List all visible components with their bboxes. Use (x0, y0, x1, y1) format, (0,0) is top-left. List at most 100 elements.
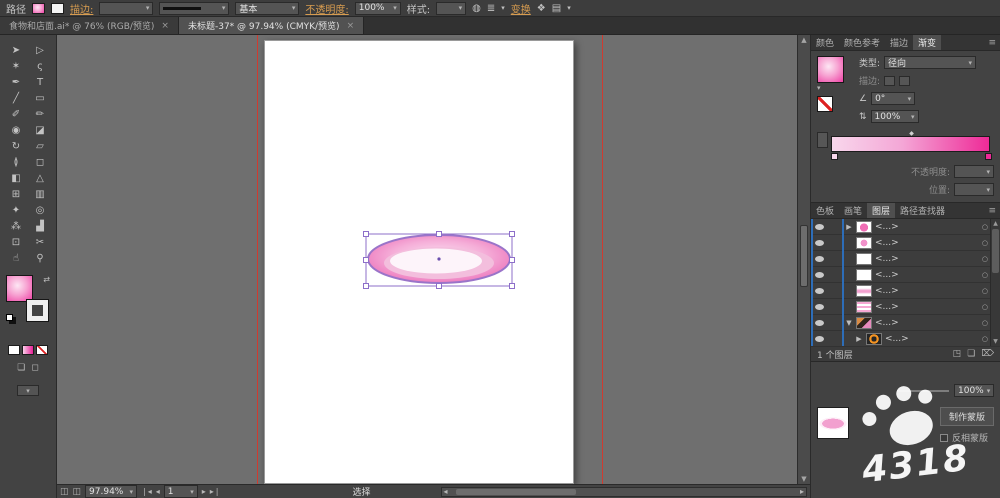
tab-layers[interactable]: 图层 (867, 203, 896, 218)
tool-hand[interactable]: ☝ (4, 250, 28, 266)
tool-rotate[interactable]: ↻ (4, 138, 28, 154)
target-icon[interactable]: ○ (982, 223, 988, 231)
layer-row[interactable]: ▶ <...> ○ (811, 219, 1000, 235)
gradient-stroke-swatch[interactable] (817, 96, 833, 112)
tool-symbol-sprayer[interactable]: ⁂ (4, 218, 28, 234)
chevron-down-icon[interactable]: ▾ (817, 84, 821, 92)
horizontal-scroll-thumb[interactable] (455, 488, 576, 495)
gradient-type-select[interactable]: 径向 ▾ (884, 56, 977, 69)
gradient-aspect-select[interactable]: 100% ▾ (870, 110, 919, 123)
tool-direct-selection[interactable]: ▷ (28, 42, 52, 58)
gradient-angle-select[interactable]: 0° ▾ (871, 92, 916, 105)
tool-column-graph[interactable]: ▟ (28, 218, 52, 234)
tab-pathfinder[interactable]: 路径查找器 (895, 203, 950, 218)
target-icon[interactable]: ○ (982, 319, 988, 327)
tool-artboard[interactable]: ⊡ (4, 234, 28, 250)
previous-artboard-button[interactable]: ◂ (156, 487, 160, 496)
scroll-down-icon[interactable]: ▼ (798, 475, 810, 483)
tool-eraser[interactable]: ◪ (28, 122, 52, 138)
status-square-icon[interactable]: ◫ (60, 487, 69, 497)
visibility-eye-icon[interactable] (815, 239, 824, 246)
color-button[interactable] (8, 345, 20, 355)
visibility-eye-icon[interactable] (815, 223, 824, 230)
gradient-stop-end[interactable] (985, 153, 992, 160)
visibility-eye-icon[interactable] (815, 255, 824, 262)
layers-scroll-thumb[interactable] (992, 229, 999, 273)
tool-magic-wand[interactable]: ✶ (4, 58, 28, 74)
transform-link[interactable]: 变换 (511, 1, 531, 16)
collect-layer-icon[interactable]: ◳ (953, 349, 962, 359)
delete-layer-icon[interactable]: ⌦ (981, 349, 994, 359)
gradient-position-select[interactable]: ▾ (954, 183, 994, 196)
visibility-eye-icon[interactable] (815, 287, 824, 294)
document-tab-inactive[interactable]: 食物和店面.ai* @ 76% (RGB/预览) × (0, 17, 179, 34)
layer-row[interactable]: <...> ○ (811, 283, 1000, 299)
tab-color-guide[interactable]: 颜色参考 (839, 35, 885, 50)
isolate-object-icon[interactable]: ❖ (537, 3, 546, 14)
tool-zoom[interactable]: ⚲ (28, 250, 52, 266)
tool-lasso[interactable]: ς (28, 58, 52, 74)
tool-shape-builder[interactable]: ◧ (4, 170, 28, 186)
width-profile-select[interactable]: ▾ (159, 1, 230, 15)
stroke-color-swatch[interactable] (51, 2, 64, 14)
stroke-link[interactable]: 描边: (70, 1, 93, 16)
close-icon[interactable]: × (161, 21, 169, 31)
visibility-eye-icon[interactable] (815, 303, 824, 310)
target-icon[interactable]: ○ (982, 255, 988, 263)
layers-scrollbar[interactable]: ▲ ▼ (990, 219, 1000, 346)
tool-scale[interactable]: ▱ (28, 138, 52, 154)
scroll-left-icon[interactable]: ◂ (444, 487, 448, 496)
none-button[interactable] (36, 345, 48, 355)
gradient-stop-start[interactable] (831, 153, 838, 160)
visibility-eye-icon[interactable] (815, 335, 824, 342)
scroll-up-icon[interactable]: ▲ (991, 220, 1000, 227)
gradient-fill-stroke-toggle[interactable] (817, 132, 828, 148)
panel-menu-icon[interactable]: ≡ (984, 35, 1000, 50)
layer-row[interactable]: <...> ○ (811, 235, 1000, 251)
tool-pencil[interactable]: ✏ (28, 106, 52, 122)
tool-eyedropper[interactable]: ✦ (4, 202, 28, 218)
opacity-link[interactable]: 不透明度: (305, 1, 348, 16)
default-fill-stroke-icon[interactable] (6, 314, 13, 321)
layer-row[interactable]: <...> ○ (811, 267, 1000, 283)
scroll-right-icon[interactable]: ▸ (800, 487, 804, 496)
last-artboard-button[interactable]: ▸❘ (210, 487, 221, 496)
tab-color[interactable]: 颜色 (811, 35, 839, 50)
tool-paintbrush[interactable]: ✐ (4, 106, 28, 122)
layer-row[interactable]: ▶ <...> ○ (811, 331, 1000, 347)
target-icon[interactable]: ○ (982, 287, 988, 295)
draw-inside-icon[interactable]: ◻ (31, 363, 38, 373)
expand-icon[interactable]: ▼ (845, 319, 853, 327)
tool-width[interactable]: ≬ (4, 154, 28, 170)
tool-slice[interactable]: ✂ (28, 234, 52, 250)
tool-gradient[interactable]: ▥ (28, 186, 52, 202)
tool-line-segment[interactable]: ╱ (4, 90, 28, 106)
make-mask-button[interactable]: 制作蒙版 (939, 407, 994, 426)
scroll-down-icon[interactable]: ▼ (991, 338, 1000, 345)
tool-perspective-grid[interactable]: △ (28, 170, 52, 186)
swap-fill-stroke-icon[interactable]: ⇄ (43, 275, 50, 284)
visibility-eye-icon[interactable] (815, 271, 824, 278)
scroll-up-icon[interactable]: ▲ (798, 36, 810, 44)
tool-rectangle[interactable]: ▭ (28, 90, 52, 106)
expand-icon[interactable]: ▶ (855, 335, 863, 343)
opacity-slider-track[interactable] (897, 389, 949, 392)
tab-swatches[interactable]: 色板 (811, 203, 839, 218)
object-thumbnail[interactable] (817, 407, 849, 439)
new-layer-icon[interactable]: ❏ (967, 349, 975, 359)
status-square-icon[interactable]: ◫ (73, 487, 82, 497)
close-icon[interactable]: × (347, 21, 355, 31)
zoom-level-select[interactable]: 97.94% ▾ (85, 485, 138, 498)
layer-row[interactable]: <...> ○ (811, 299, 1000, 315)
fill-color-control[interactable] (6, 275, 33, 302)
stroke-weight-select[interactable]: ▾ (99, 1, 154, 15)
chevron-down-icon[interactable]: ▾ (567, 4, 571, 12)
tool-free-transform[interactable]: ◻ (28, 154, 52, 170)
selected-artwork-plate[interactable] (360, 227, 518, 293)
target-icon[interactable]: ○ (982, 271, 988, 279)
tool-pen[interactable]: ✒ (4, 74, 28, 90)
canvas[interactable]: ▲ ▼ (57, 35, 810, 484)
gradient-fill-swatch[interactable] (817, 56, 844, 83)
draw-normal-icon[interactable]: ❏ (17, 363, 25, 373)
vertical-scroll-thumb[interactable] (800, 225, 808, 287)
